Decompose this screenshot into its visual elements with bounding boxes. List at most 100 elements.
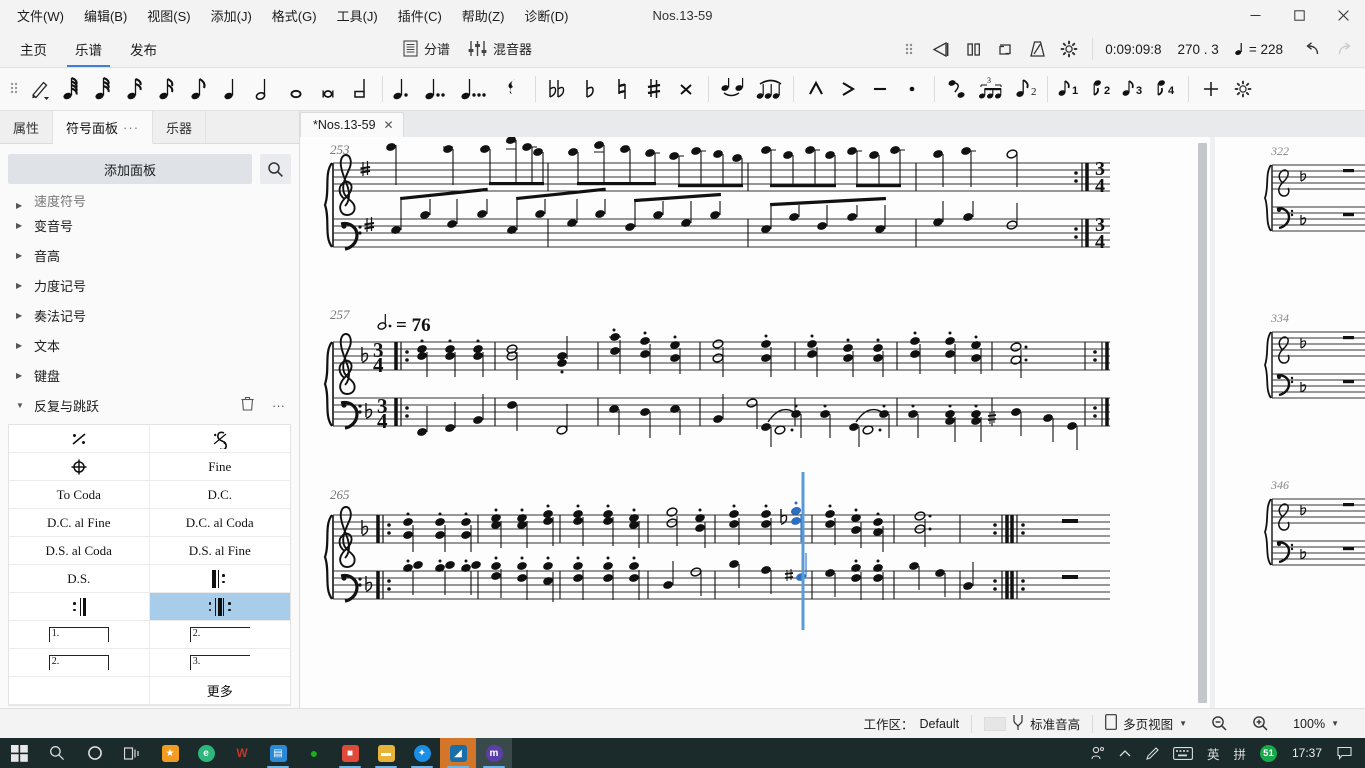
start-icon[interactable] — [0, 738, 38, 768]
palette-keyboard[interactable]: ▶ 键盘 — [0, 360, 299, 390]
app-blue[interactable]: ✦ — [404, 738, 440, 768]
notes-treble-2[interactable] — [416, 328, 1028, 381]
symbol-repeat-start[interactable] — [149, 565, 290, 593]
symbol-ds-al-fine[interactable]: D.S. al Fine — [149, 537, 290, 565]
symbol-ds-al-coda[interactable]: D.S. al Coda — [9, 537, 150, 565]
end-repeat-barline-3[interactable] — [993, 515, 1025, 599]
tempo-marking[interactable]: = 76 — [377, 314, 431, 336]
close-button[interactable] — [1321, 0, 1365, 30]
ribbon-tab-publish[interactable]: 发布 — [116, 30, 171, 67]
note-128th-icon[interactable] — [56, 72, 88, 106]
menu-add[interactable]: 添加(J) — [202, 2, 261, 29]
app-star[interactable]: ★ — [152, 738, 188, 768]
metronome-button[interactable] — [1022, 35, 1052, 63]
app-musescore[interactable]: m — [476, 738, 512, 768]
tab-symbol-panel[interactable]: 符号面板 ··· — [53, 111, 154, 144]
note-half-icon[interactable] — [248, 72, 280, 106]
chevron-up-icon[interactable] — [1112, 738, 1138, 768]
note-whole-icon[interactable] — [280, 72, 312, 106]
symbol-coda[interactable] — [9, 453, 150, 481]
palette-text[interactable]: ▶ 文本 — [0, 330, 299, 360]
parts-button[interactable]: 分谱 — [403, 39, 450, 58]
note-64th-icon[interactable] — [88, 72, 120, 106]
add-panel-button[interactable]: 添加面板 — [8, 154, 252, 184]
end-repeat-barline-1[interactable] — [1074, 163, 1089, 247]
zoom-in-button[interactable] — [1240, 715, 1281, 732]
note-longa-icon[interactable] — [344, 72, 376, 106]
concert-pitch-toggle[interactable]: 标准音高 — [972, 714, 1092, 734]
mixer-button[interactable]: 混音器 — [468, 39, 532, 58]
voice-3-button[interactable]: 3 — [1118, 72, 1150, 106]
palette-list[interactable]: ▶ 速度符号 ▶ 变音号 ▶ 音高 ▶ 力度记号 ▶ 奏法记号 ▶ 文本 ▶ 键… — [0, 192, 299, 708]
marcato-icon[interactable] — [800, 72, 832, 106]
symbol-dc-al-coda[interactable]: D.C. al Coda — [149, 509, 290, 537]
loop-button[interactable] — [990, 35, 1020, 63]
accent-icon[interactable] — [832, 72, 864, 106]
palette-dynamics[interactable]: ▶ 力度记号 — [0, 270, 299, 300]
search-icon[interactable] — [260, 154, 291, 184]
app-explorer[interactable]: ▬ — [368, 738, 404, 768]
task-view-icon[interactable] — [114, 738, 152, 768]
symbol-volta-2-open[interactable]: 2. — [149, 621, 290, 649]
whole-measure-rest[interactable] — [1062, 519, 1078, 523]
note-quarter-icon[interactable] — [216, 72, 248, 106]
minimize-button[interactable] — [1233, 0, 1277, 30]
staccato-icon[interactable] — [896, 72, 928, 106]
search-icon[interactable] — [38, 738, 76, 768]
tab-properties[interactable]: 属性 — [0, 111, 54, 143]
app-media[interactable]: ▤ — [260, 738, 296, 768]
notification-icon[interactable] — [1330, 738, 1359, 768]
sharp-icon[interactable] — [638, 72, 670, 106]
tenuto-icon[interactable] — [864, 72, 896, 106]
next-page-systems[interactable]: 322 334 346 — [1215, 137, 1365, 708]
notes-treble-1[interactable] — [385, 137, 1019, 188]
ribbon-tab-home[interactable]: 主页 — [6, 30, 61, 67]
tempo-display[interactable]: = 228 — [1235, 42, 1283, 57]
symbol-volta-2[interactable]: 2. — [9, 649, 150, 677]
score-page[interactable]: 253 3 4 3 4 257 = 76 3 4 3 4 265 — [300, 137, 1210, 708]
voice-4-button[interactable]: 4 — [1150, 72, 1182, 106]
system-2[interactable]: 257 = 76 3 4 3 4 — [323, 307, 1110, 450]
symbol-to-coda[interactable]: To Coda — [9, 481, 150, 509]
zoom-out-button[interactable] — [1199, 715, 1240, 732]
symbol-volta-1[interactable]: 1. — [9, 621, 150, 649]
notes-bass-1[interactable] — [390, 187, 1019, 236]
system-3[interactable]: 265 — [323, 472, 1110, 630]
menu-help[interactable]: 帮助(Z) — [453, 2, 514, 29]
flat-icon[interactable] — [574, 72, 606, 106]
palette-repeats-header[interactable]: ▼ 反复与跳跃 ··· — [0, 390, 299, 420]
playback-settings-gear-icon[interactable] — [1054, 35, 1084, 63]
chevron-down-icon[interactable]: ▼ — [1331, 719, 1339, 728]
system-1[interactable]: 253 3 4 3 4 — [323, 137, 1110, 253]
scrollbar-thumb[interactable] — [1198, 143, 1207, 703]
ribbon-tab-score[interactable]: 乐谱 — [61, 30, 116, 67]
menu-file[interactable]: 文件(W) — [8, 2, 73, 29]
drag-handle[interactable] — [894, 35, 924, 63]
triple-augmentation-dot-icon[interactable] — [457, 72, 497, 106]
start-repeat-barline-2[interactable] — [394, 342, 409, 426]
notes-treble-3[interactable] — [402, 501, 932, 553]
rewind-button[interactable] — [926, 35, 956, 63]
palette-accidentals[interactable]: ▶ 变音号 — [0, 210, 299, 240]
app-recorder[interactable]: ■ — [332, 738, 368, 768]
app-orange-active[interactable]: ◢ — [440, 738, 476, 768]
chevron-down-icon[interactable]: ▼ — [1179, 719, 1187, 728]
ime-language-indicator[interactable]: 英 — [1200, 738, 1227, 768]
menu-edit[interactable]: 编辑(B) — [75, 2, 136, 29]
start-repeat-barline-3[interactable] — [376, 515, 391, 599]
toolbar-grip-icon[interactable] — [4, 81, 24, 98]
next-page-preview[interactable]: 322 334 346 — [1215, 137, 1365, 708]
symbol-repeat-measure[interactable] — [9, 425, 150, 453]
ime-mode-indicator[interactable]: 拼 — [1226, 738, 1253, 768]
palette-tempo[interactable]: ▶ 速度符号 — [0, 192, 299, 210]
toolbar-settings-gear-icon[interactable] — [1227, 72, 1259, 106]
undo-button[interactable] — [1297, 35, 1327, 63]
pause-button[interactable] — [958, 35, 988, 63]
symbol-more[interactable]: 更多 — [149, 677, 290, 705]
whole-measure-rest[interactable] — [1062, 575, 1078, 579]
symbol-segno[interactable] — [149, 425, 290, 453]
augmentation-dot-icon[interactable] — [389, 72, 421, 106]
rest-icon[interactable] — [497, 72, 529, 106]
notification-count-badge[interactable]: 51 — [1253, 738, 1284, 768]
end-repeat-barline-2[interactable] — [1093, 342, 1109, 426]
